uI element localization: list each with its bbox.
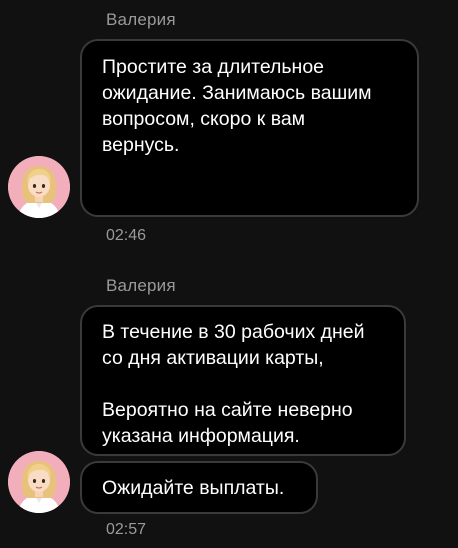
message-time: 02:57 — [106, 521, 147, 538]
operator-avatar-icon — [8, 451, 70, 513]
message-bubble: В течение в 30 рабочих дней со дня актив… — [80, 305, 406, 456]
message-line: Простите за длительное — [102, 56, 325, 78]
message-bubble: Ожидайте выплаты. — [80, 461, 318, 514]
sender-name: Валерия — [106, 10, 176, 29]
sender-name: Валерия — [106, 276, 176, 295]
message-line-blank — [102, 371, 386, 397]
message-line: Ожидайте выплаты. — [102, 477, 285, 499]
message-bubble: Простите за длительное ожидание. Занимаю… — [80, 39, 419, 217]
message-line: указана информация. — [102, 425, 300, 447]
message-line: В течение в 30 рабочих дней — [102, 321, 365, 343]
message-time: 02:46 — [106, 227, 147, 244]
message-line: ожидание. Занимаюсь вашим — [102, 82, 372, 104]
operator-avatar-icon — [8, 156, 70, 218]
message-line: со дня активации карты, — [102, 347, 324, 369]
message-line: вернусь. — [102, 134, 180, 156]
message-line: вопросом, скоро к вам — [102, 108, 306, 130]
message-line: Вероятно на сайте неверно — [102, 399, 353, 421]
